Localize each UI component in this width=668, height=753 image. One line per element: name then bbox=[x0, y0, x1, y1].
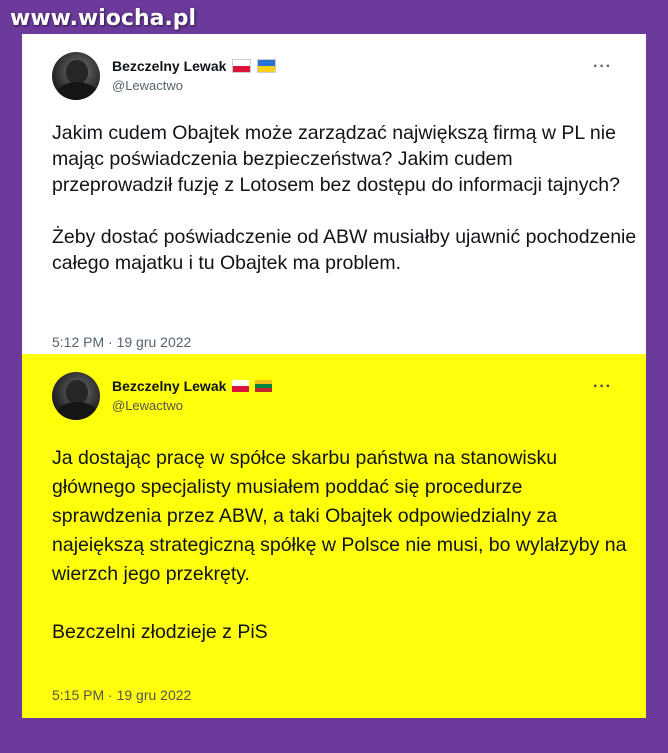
poland-flag-icon bbox=[232, 380, 250, 392]
tweet-text: Ja dostając pracę w spółce skarbu państw… bbox=[52, 447, 627, 643]
author-handle[interactable]: @Lewactwo bbox=[112, 78, 183, 93]
avatar[interactable] bbox=[52, 52, 100, 100]
tweet-timestamp[interactable]: 5:15 PM · 19 gru 2022 bbox=[52, 687, 191, 703]
tweet-card-1: Bezczelny Lewak @Lewactwo ··· Jakim cude… bbox=[22, 34, 646, 354]
tweet-card-2: Bezczelny Lewak @Lewactwo ··· Ja dostają… bbox=[22, 354, 646, 718]
site-watermark: www.wiocha.pl bbox=[10, 6, 197, 31]
more-options-icon[interactable]: ··· bbox=[593, 58, 612, 76]
tweet-header: Bezczelny Lewak @Lewactwo ··· bbox=[52, 372, 612, 424]
tweet-header: Bezczelny Lewak @Lewactwo ··· bbox=[52, 52, 612, 104]
author-name[interactable]: Bezczelny Lewak bbox=[112, 378, 226, 394]
author-name[interactable]: Bezczelny Lewak bbox=[112, 58, 226, 74]
tweet-timestamp[interactable]: 5:12 PM · 19 gru 2022 bbox=[52, 334, 191, 350]
avatar[interactable] bbox=[52, 372, 100, 420]
author-handle[interactable]: @Lewactwo bbox=[112, 398, 183, 413]
poland-flag-icon bbox=[232, 59, 252, 73]
author-row: Bezczelny Lewak bbox=[112, 58, 277, 74]
tweet-text: Jakim cudem Obajtek może zarządzać najwi… bbox=[52, 122, 637, 274]
flag-icon bbox=[255, 380, 273, 392]
author-row: Bezczelny Lewak bbox=[112, 378, 273, 394]
ukraine-flag-icon bbox=[257, 59, 277, 73]
more-options-icon[interactable]: ··· bbox=[593, 378, 612, 396]
